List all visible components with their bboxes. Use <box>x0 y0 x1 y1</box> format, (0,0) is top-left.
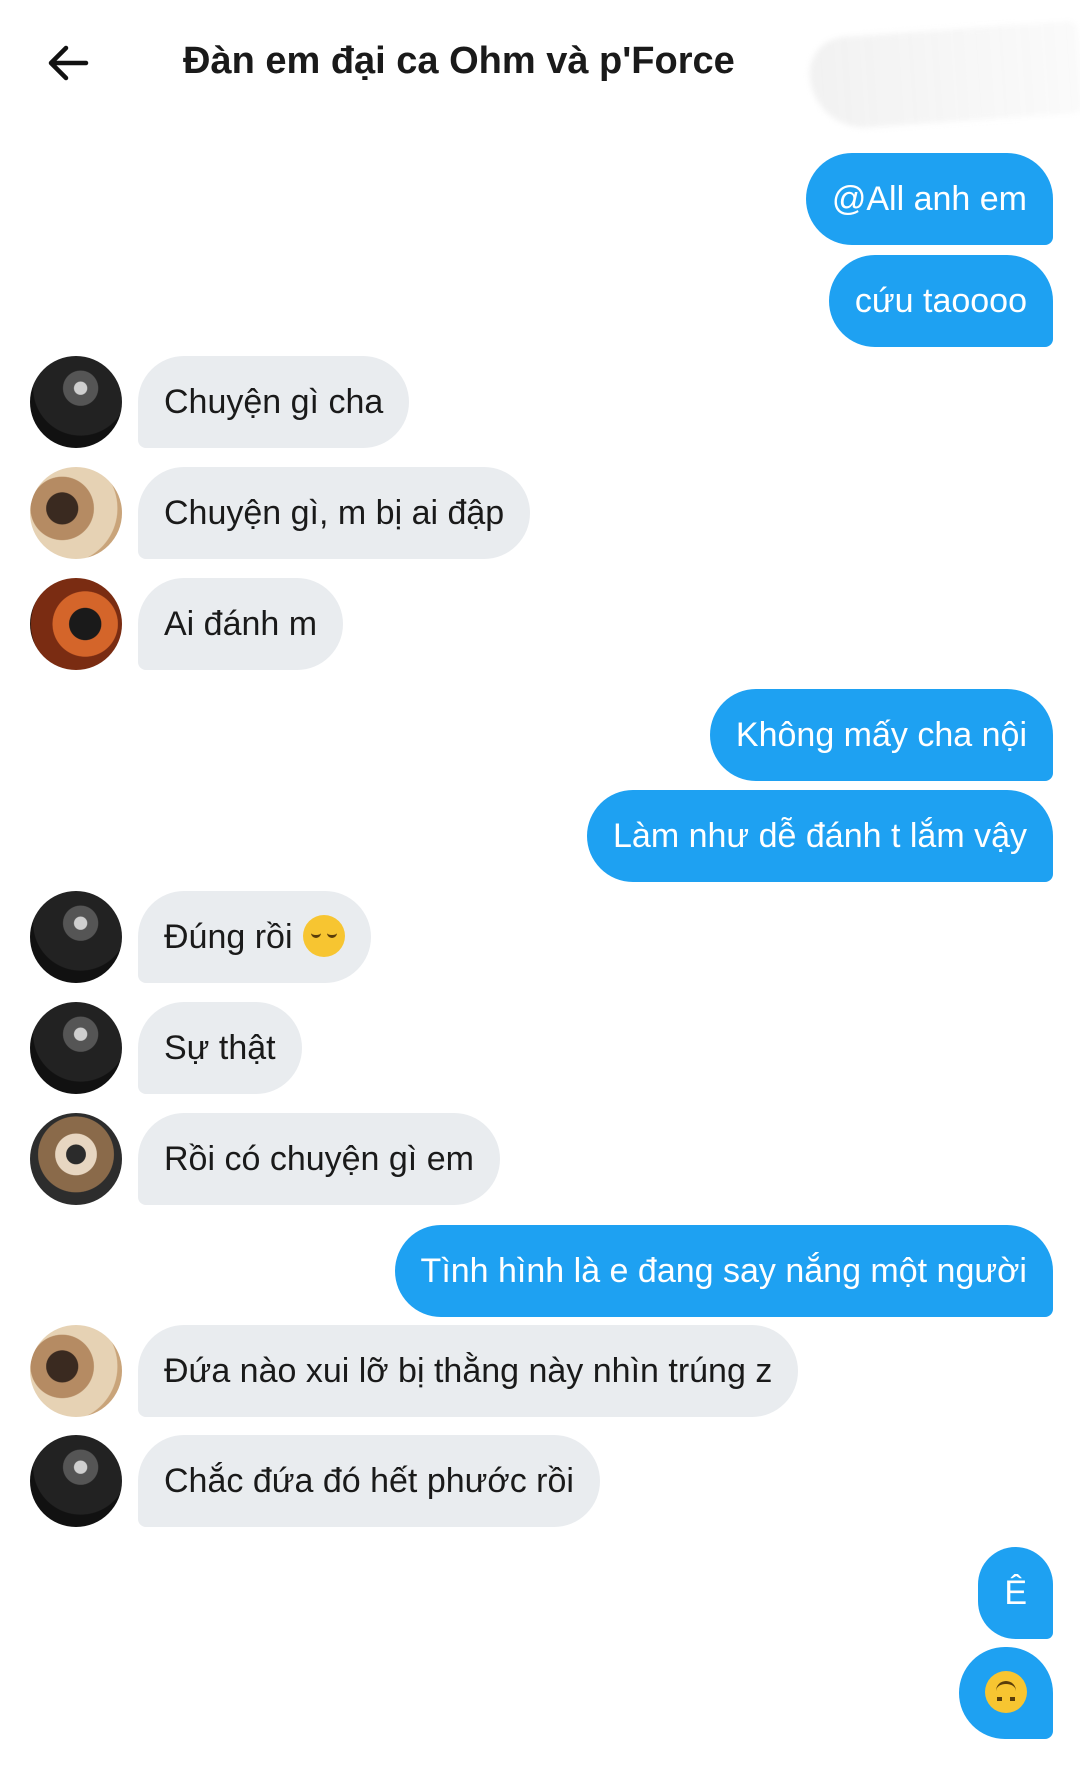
chat-title[interactable]: Đàn em đại ca Ohm và p'Force <box>183 40 735 83</box>
outgoing-message-bubble[interactable]: Làm như dễ đánh t lắm vậy <box>587 790 1053 882</box>
avatar[interactable] <box>30 578 122 670</box>
incoming-message-bubble[interactable]: Chuyện gì, m bị ai đập <box>138 467 531 559</box>
back-arrow-icon[interactable] <box>44 38 94 88</box>
incoming-message-bubble[interactable]: Ai đánh m <box>138 578 344 670</box>
avatar[interactable] <box>30 1325 122 1417</box>
outgoing-message-bubble[interactable]: cứu taoooo <box>828 255 1053 347</box>
outgoing-message-bubble[interactable]: @All anh em <box>805 153 1053 245</box>
message-row: Làm như dễ đánh t lắm vậy <box>0 790 1080 882</box>
message-row: Đứa nào xui lỡ bị thằng này nhìn trúng z <box>0 1325 1080 1417</box>
avatar[interactable] <box>30 356 122 448</box>
avatar[interactable] <box>30 1002 122 1094</box>
message-row: Không mấy cha nội <box>0 689 1080 781</box>
incoming-message-bubble[interactable]: Rồi có chuyện gì em <box>138 1113 500 1205</box>
incoming-message-bubble[interactable]: Đứa nào xui lỡ bị thằng này nhìn trúng z <box>138 1325 799 1417</box>
message-text: Đúng rồi <box>164 918 293 956</box>
incoming-message-bubble[interactable]: Sự thật <box>138 1002 302 1094</box>
message-row <box>0 1647 1080 1739</box>
message-row: Ê <box>0 1547 1080 1639</box>
avatar[interactable] <box>30 891 122 983</box>
avatar[interactable] <box>30 1435 122 1527</box>
message-row: Sự thật <box>0 1002 1080 1094</box>
outgoing-message-bubble[interactable]: Không mấy cha nội <box>709 689 1053 781</box>
message-row: cứu taoooo <box>0 255 1080 347</box>
avatar[interactable] <box>30 1113 122 1205</box>
message-row: Tình hình là e đang say nắng một người <box>0 1225 1080 1317</box>
message-row: Ai đánh m <box>0 578 1080 670</box>
message-row: Chuyện gì, m bị ai đập <box>0 467 1080 559</box>
relieved-face-emoji-icon <box>302 915 345 958</box>
message-row: @All anh em <box>0 153 1080 245</box>
upside-down-face-emoji-icon <box>985 1671 1027 1714</box>
outgoing-message-bubble[interactable]: Tình hình là e đang say nắng một người <box>394 1225 1053 1317</box>
incoming-message-bubble[interactable]: Chuyện gì cha <box>138 356 410 448</box>
incoming-message-bubble[interactable]: Đúng rồi <box>138 891 371 983</box>
redacted-area <box>807 20 1080 132</box>
message-row: Chuyện gì cha <box>0 356 1080 448</box>
outgoing-message-bubble[interactable]: Ê <box>978 1547 1053 1639</box>
outgoing-message-bubble[interactable] <box>959 1647 1053 1739</box>
avatar[interactable] <box>30 467 122 559</box>
incoming-message-bubble[interactable]: Chắc đứa đó hết phước rồi <box>138 1435 600 1527</box>
message-row: Chắc đứa đó hết phước rồi <box>0 1435 1080 1527</box>
message-row: Rồi có chuyện gì em <box>0 1113 1080 1205</box>
chat-header: Đàn em đại ca Ohm và p'Force <box>0 0 1080 132</box>
message-row: Đúng rồi <box>0 891 1080 983</box>
